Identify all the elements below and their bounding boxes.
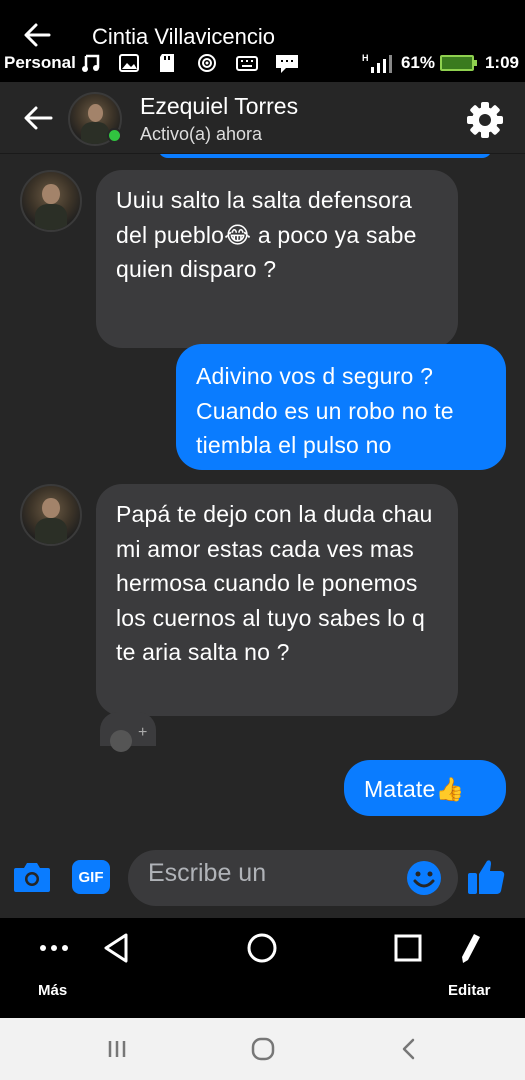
- camera-icon[interactable]: [12, 860, 52, 894]
- recent-apps-icon[interactable]: [104, 1036, 130, 1062]
- online-indicator: [107, 128, 122, 143]
- keyboard-icon: [236, 56, 258, 71]
- sender-avatar[interactable]: [20, 170, 82, 232]
- sender-avatar[interactable]: [20, 484, 82, 546]
- message-bubble-outgoing[interactable]: Matate👍: [344, 760, 506, 816]
- viewer-back-arrow-icon[interactable]: [22, 20, 52, 50]
- messenger-notification-icon: [276, 55, 298, 73]
- battery-icon: [439, 55, 477, 71]
- plus-icon: +: [138, 724, 148, 741]
- svg-text:H: H: [362, 53, 369, 63]
- signal-icon: H: [362, 53, 392, 73]
- thumbs-up-icon[interactable]: [466, 856, 506, 896]
- more-label[interactable]: Más: [38, 982, 67, 999]
- gear-icon[interactable]: [465, 100, 505, 140]
- message-input-placeholder: Escribe un: [148, 859, 267, 887]
- contact-name[interactable]: Ezequiel Torres: [140, 93, 298, 120]
- hotspot-icon: [198, 54, 216, 72]
- reaction-emoji-icon: [110, 730, 132, 752]
- sd-card-icon: [160, 54, 174, 72]
- home-circle-icon[interactable]: [244, 930, 280, 966]
- more-dots-icon[interactable]: [36, 930, 72, 966]
- edit-label[interactable]: Editar: [448, 982, 491, 999]
- composer-bar: GIF Escribe un: [0, 836, 525, 918]
- pencil-icon[interactable]: [452, 930, 488, 966]
- music-note-icon: [82, 54, 100, 72]
- android-back-icon[interactable]: [396, 1036, 422, 1062]
- status-bar: Personal H 61% 1:09: [0, 48, 525, 80]
- back-triangle-icon[interactable]: [98, 930, 134, 966]
- message-bubble-incoming[interactable]: Papá te dejo con la duda chau mi amor es…: [96, 484, 458, 716]
- reaction-add-button[interactable]: +: [100, 712, 156, 752]
- message-bubble-outgoing[interactable]: Adivino vos d seguro ? Cuando es un robo…: [176, 344, 506, 470]
- message-bubble-incoming[interactable]: Uuiu salto la salta defensora del pueblo…: [96, 170, 458, 348]
- clock: 1:09: [484, 53, 519, 72]
- viewer-owner-name: Cintia Villavicencio: [92, 24, 276, 49]
- message-list[interactable]: Uuiu salto la salta defensora del pueblo…: [0, 154, 525, 836]
- recents-square-icon[interactable]: [390, 930, 426, 966]
- viewer-bottom-bar: Más Editar: [0, 918, 525, 1018]
- android-home-icon[interactable]: [250, 1036, 276, 1062]
- battery-percent: 61%: [400, 53, 435, 72]
- presence-status: Activo(a) ahora: [140, 124, 263, 144]
- previous-message-edge: [158, 154, 492, 158]
- emoji-icon[interactable]: [406, 860, 442, 896]
- status-right-group: H 61% 1:09: [362, 52, 519, 74]
- carrier-label: Personal: [4, 53, 76, 72]
- gif-button[interactable]: GIF: [72, 860, 110, 894]
- conversation-header: Ezequiel Torres Activo(a) ahora: [0, 82, 525, 154]
- image-icon: [119, 54, 139, 72]
- back-arrow-icon[interactable]: [22, 104, 54, 132]
- android-nav-bar: [0, 1018, 525, 1080]
